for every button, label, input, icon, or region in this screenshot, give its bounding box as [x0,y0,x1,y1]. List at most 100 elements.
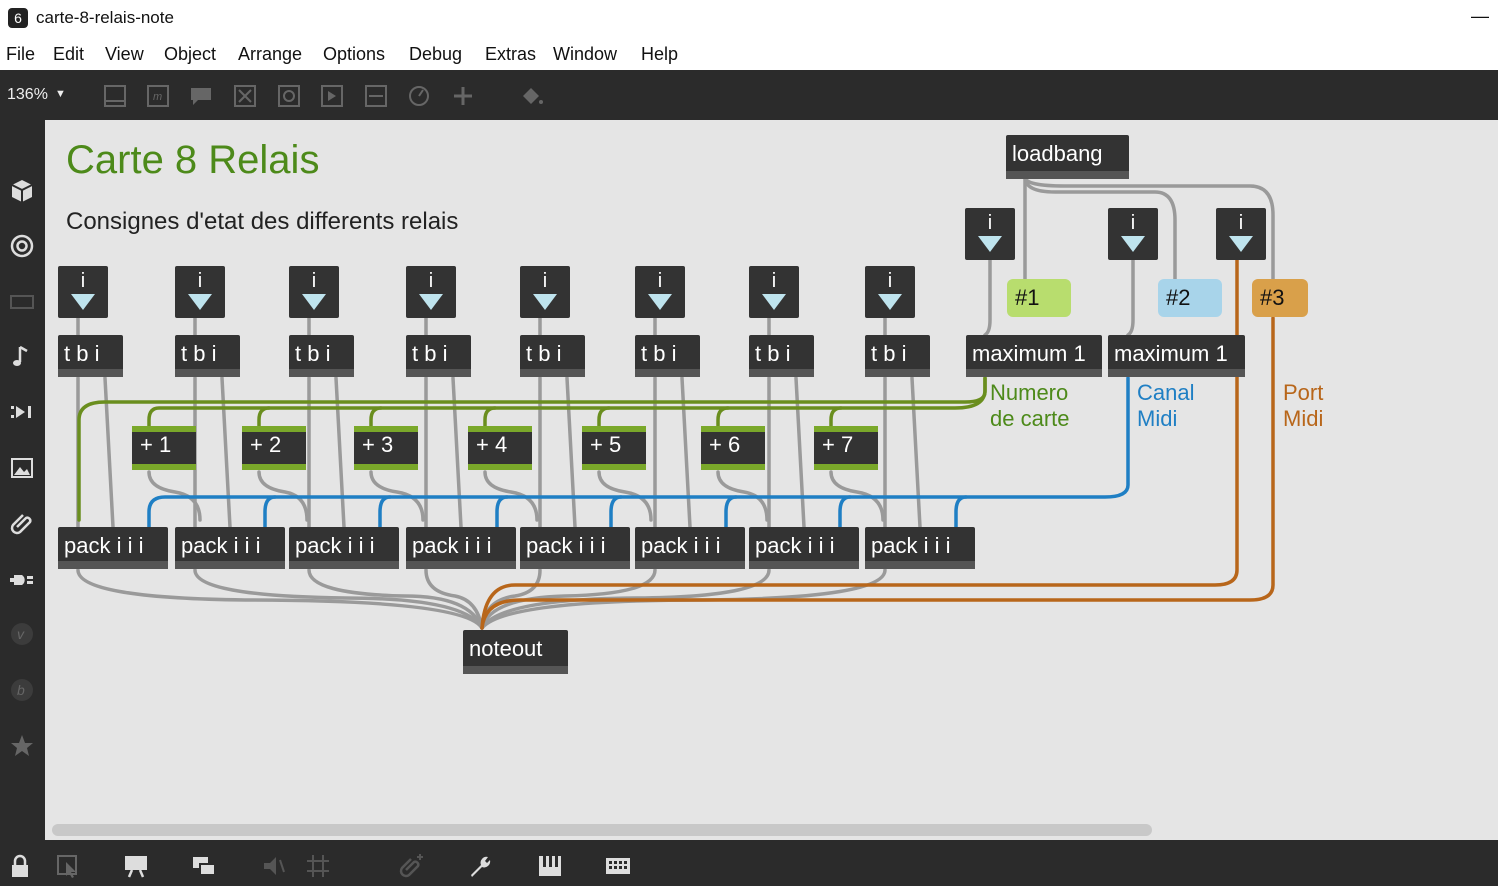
tbi-object-2[interactable]: t b i [175,335,240,377]
mute-icon[interactable] [260,852,288,880]
message-box-3[interactable]: #3 [1252,279,1308,317]
menu-arrange[interactable]: Arrange [238,44,302,65]
comment-canal-midi: Canal Midi [1137,380,1195,431]
button-object-icon[interactable] [232,84,258,108]
add-object-7[interactable]: + 7 [814,426,878,470]
pack-object-6[interactable]: pack i i i [635,527,745,569]
number-object-icon[interactable] [363,84,389,108]
patch-title: Carte 8 Relais [66,138,320,182]
menu-object[interactable]: Object [164,44,216,65]
presentation-icon[interactable] [122,852,150,880]
loadbang-object[interactable]: loadbang [1006,135,1129,179]
new-message-icon[interactable]: m [145,84,171,108]
menu-help[interactable]: Help [641,44,678,65]
svg-text:v: v [17,626,25,642]
minimize-icon[interactable]: — [1470,6,1490,26]
plug-icon[interactable] [8,565,36,593]
add-object-5[interactable]: + 5 [582,426,646,470]
piano-keys-icon[interactable] [536,852,564,880]
tbi-object-3[interactable]: t b i [289,335,354,377]
vizzie-icon[interactable]: v [8,620,36,648]
toggle-object-icon[interactable] [276,84,302,108]
select-tool-icon[interactable] [54,852,82,880]
media-player-icon[interactable] [8,398,36,426]
package-icon[interactable] [8,177,36,205]
add-attachment-icon[interactable] [398,852,426,880]
pack-object-8[interactable]: pack i i i [865,527,975,569]
toolbar [0,70,1498,120]
target-icon[interactable] [8,232,36,260]
pack-object-1[interactable]: pack i i i [58,527,168,569]
maximum-object-canal[interactable]: maximum 1 [1108,335,1245,377]
pack-object-3[interactable]: pack i i i [289,527,399,569]
patcher-canvas[interactable]: Carte 8 Relais Consignes d'etat des diff… [45,120,1498,840]
music-note-icon[interactable] [8,343,36,371]
svg-text:b: b [17,682,25,698]
int-box-canal[interactable]: i [1108,208,1158,260]
add-object-6[interactable]: + 6 [701,426,765,470]
add-object-1[interactable]: + 1 [132,426,196,470]
int-box-relay-6[interactable]: i [635,266,685,318]
keyboard-icon[interactable] [604,852,632,880]
bottom-toolbar [0,840,1498,886]
message-box-1[interactable]: #1 [1007,279,1071,317]
title-bar [0,0,1498,38]
new-comment-icon[interactable] [188,84,214,108]
menu-bar [0,38,1498,70]
lock-icon[interactable] [6,852,34,880]
pack-object-4[interactable]: pack i i i [406,527,516,569]
tbi-object-1[interactable]: t b i [58,335,123,377]
add-object-3[interactable]: + 3 [354,426,418,470]
tbi-object-5[interactable]: t b i [520,335,585,377]
int-box-relay-5[interactable]: i [520,266,570,318]
tbi-object-8[interactable]: t b i [865,335,930,377]
slider-object-icon[interactable] [319,84,345,108]
clip-window-icon[interactable] [8,288,36,316]
beap-icon[interactable]: b [8,676,36,704]
menu-extras[interactable]: Extras [485,44,536,65]
pack-object-2[interactable]: pack i i i [175,527,285,569]
noteout-object[interactable]: noteout [463,630,568,674]
int-box-relay-4[interactable]: i [406,266,456,318]
paperclip-icon[interactable] [8,509,36,537]
menu-options[interactable]: Options [323,44,385,65]
windows-icon[interactable] [190,852,218,880]
pack-object-5[interactable]: pack i i i [520,527,630,569]
window-title: carte-8-relais-note [36,8,174,27]
int-box-relay-3[interactable]: i [289,266,339,318]
svg-text:m: m [153,91,162,103]
int-box-port[interactable]: i [1216,208,1266,260]
menu-window[interactable]: Window [553,44,617,65]
tbi-object-6[interactable]: t b i [635,335,700,377]
paint-bucket-icon[interactable] [519,84,545,108]
int-box-relay-8[interactable]: i [865,266,915,318]
max-app-icon: 6 [8,8,28,28]
zoom-level[interactable]: 136% [7,86,48,104]
dial-object-icon[interactable] [406,84,432,108]
int-box-relay-7[interactable]: i [749,266,799,318]
int-box-relay-1[interactable]: i [58,266,108,318]
wrench-icon[interactable] [466,852,494,880]
add-object-4[interactable]: + 4 [468,426,532,470]
new-object-icon[interactable] [102,84,128,108]
grid-icon[interactable] [304,852,332,880]
zoom-dropdown-icon[interactable]: ▼ [55,88,66,100]
message-box-2[interactable]: #2 [1158,279,1222,317]
menu-view[interactable]: View [105,44,144,65]
tbi-object-7[interactable]: t b i [749,335,814,377]
add-object-icon[interactable] [450,84,476,108]
int-box-relay-2[interactable]: i [175,266,225,318]
comment-port-midi: Port Midi [1283,380,1324,431]
add-object-2[interactable]: + 2 [242,426,306,470]
horizontal-scrollbar[interactable] [52,824,1152,836]
menu-file[interactable]: File [6,44,35,65]
star-icon[interactable] [8,732,36,760]
maximum-object-carte[interactable]: maximum 1 [966,335,1102,377]
patch-subtitle: Consignes d'etat des differents relais [66,208,459,235]
int-box-carte[interactable]: i [965,208,1015,260]
pack-object-7[interactable]: pack i i i [749,527,859,569]
image-icon[interactable] [8,454,36,482]
menu-edit[interactable]: Edit [53,44,84,65]
menu-debug[interactable]: Debug [409,44,462,65]
tbi-object-4[interactable]: t b i [406,335,471,377]
